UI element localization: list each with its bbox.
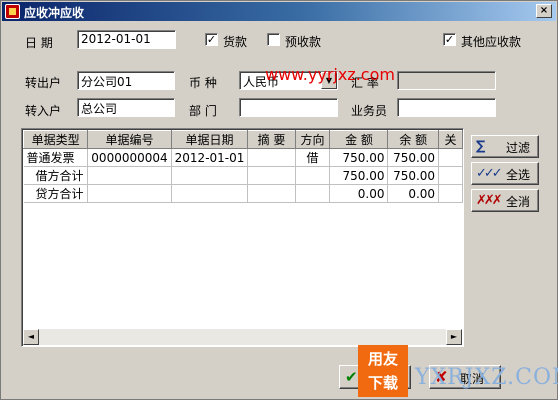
column-header[interactable]: 金 额 [329,130,389,149]
date-field[interactable]: 2012-01-01 [77,30,176,49]
clear-all-button[interactable]: ✗✗✗ 全消 [471,189,539,212]
table-row[interactable]: 贷方合计 0.00 0.00 [23,184,463,203]
select-all-icon: ✓✓✓ [476,166,503,181]
grid-table: 单据类型 单据编号 单据日期 摘 要 方向 金 额 余 额 关 普通发票 000… [22,130,463,203]
title-bar[interactable]: 应收冲应收 × [2,2,556,21]
cell-doc-date: 2012-01-01 [171,148,249,167]
from-account-label: 转出户 [25,76,62,90]
select-all-button-label: 全选 [506,168,531,182]
cell-doc-type: 借方合计 [23,166,89,185]
to-account-label: 转入户 [25,104,62,118]
select-all-button[interactable]: ✓✓✓ 全选 [471,162,539,185]
cell-amount: 750.00 [329,148,389,167]
document-grid[interactable]: 单据类型 单据编号 单据日期 摘 要 方向 金 额 余 额 关 普通发票 000… [21,128,464,347]
site-logo-badge: 用友 下载 [358,345,408,397]
cell-doc-type: 贷方合计 [23,184,89,203]
scroll-left-icon[interactable]: ◄ [23,329,39,345]
grid-header-row: 单据类型 单据编号 单据日期 摘 要 方向 金 额 余 额 关 [22,130,463,149]
column-header[interactable]: 单据编号 [87,130,172,149]
salesperson-label: 业务员 [351,104,388,118]
cell-extra [438,148,463,167]
cell-amount: 0.00 [329,184,389,203]
cell-doc-number: 0000000004 [87,148,172,167]
clear-all-icon: ✗✗✗ [476,193,503,208]
department-label: 部 门 [189,104,217,118]
dialog-window: 应收冲应收 × 日 期 2012-01-01 ✓ 货款 预收款 ✓ 其他应收款 … [0,0,558,400]
cell-summary [247,166,296,185]
cell-doc-number [87,166,172,185]
goods-checkbox[interactable]: ✓ [205,33,218,46]
exchange-rate-field[interactable] [397,71,496,90]
cell-doc-type: 普通发票 [23,148,89,167]
cell-direction [295,184,331,203]
scroll-right-icon[interactable]: ► [446,329,462,345]
filter-button[interactable]: ∑ 过滤 [471,135,539,158]
checkmark-icon: ✔ [345,368,358,386]
department-field[interactable] [239,98,338,117]
filter-button-label: 过滤 [506,141,531,155]
site-logo-text: YXRJXZ.COM [415,365,558,390]
filter-icon: ∑ [476,139,485,154]
goods-checkbox-label: 货款 [223,35,248,49]
cell-balance: 750.00 [387,166,440,185]
cell-doc-number [87,184,172,203]
other-receivable-checkbox-label: 其他应收款 [461,35,522,49]
prepaid-checkbox-label: 预收款 [285,35,322,49]
cell-direction: 借 [295,148,331,167]
cell-direction [295,166,331,185]
logo-line-2: 下载 [367,374,398,392]
salesperson-field[interactable] [397,98,496,117]
column-header[interactable]: 单据日期 [170,130,249,149]
cell-doc-date [171,166,249,185]
column-header[interactable]: 单据类型 [22,130,89,149]
from-account-field[interactable]: 分公司01 [77,71,175,90]
window-title: 应收冲应收 [24,6,85,20]
column-header[interactable]: 关 [438,130,463,149]
column-header[interactable]: 余 额 [387,130,440,149]
to-account-field[interactable]: 总公司 [77,98,175,117]
app-icon [5,4,20,19]
prepaid-checkbox[interactable] [267,33,280,46]
cell-extra [438,184,463,203]
cell-balance: 750.00 [387,148,440,167]
currency-label: 币 种 [189,76,217,90]
other-receivable-checkbox[interactable]: ✓ [443,33,456,46]
cell-amount: 750.00 [329,166,389,185]
horizontal-scrollbar[interactable]: ◄ ► [23,329,462,345]
clear-all-button-label: 全消 [506,195,531,209]
close-button[interactable]: × [536,4,552,18]
column-header[interactable]: 摘 要 [247,130,296,149]
table-row[interactable]: 借方合计 750.00 750.00 [23,166,463,185]
cell-summary [247,184,296,203]
column-header[interactable]: 方向 [294,130,331,149]
table-row[interactable]: 普通发票 0000000004 2012-01-01 借 750.00 750.… [23,148,463,167]
cell-summary [247,148,296,167]
watermark-text: www.yyrjxz.com [265,65,395,84]
cell-balance: 0.00 [387,184,440,203]
logo-line-1: 用友 [367,350,398,368]
cell-doc-date [171,184,249,203]
cell-extra [438,166,463,185]
date-label: 日 期 [25,36,53,50]
